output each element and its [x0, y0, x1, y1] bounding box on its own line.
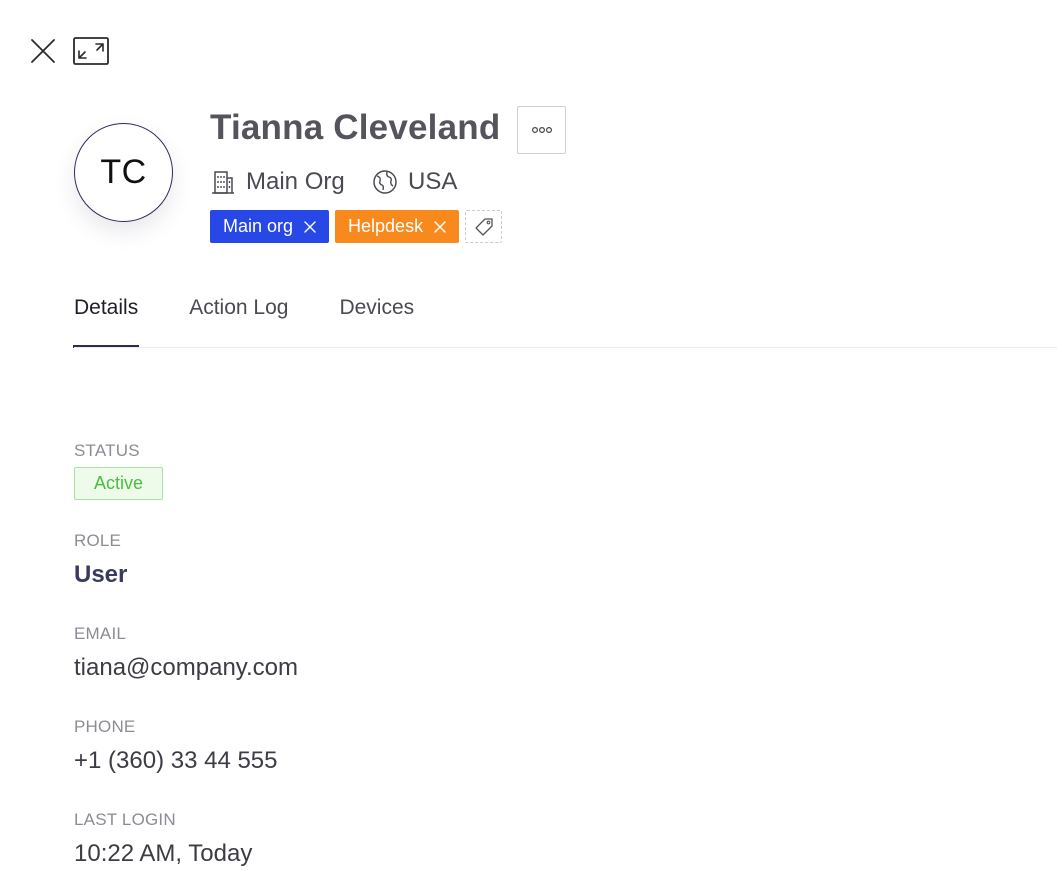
close-icon	[31, 39, 55, 63]
tag-label: Main org	[223, 216, 294, 236]
role-value: User	[74, 561, 128, 588]
remove-tag-icon[interactable]	[303, 220, 317, 234]
avatar: TC	[74, 123, 173, 222]
tab-divider	[74, 347, 1057, 348]
expand-button[interactable]	[72, 36, 110, 66]
remove-tag-icon[interactable]	[433, 220, 447, 234]
expand-icon	[73, 37, 109, 65]
tag-helpdesk: Helpdesk	[335, 210, 460, 243]
email-value: tiana@company.com	[74, 654, 299, 681]
country-name: USA	[408, 168, 458, 195]
tag-label: Helpdesk	[348, 216, 424, 236]
user-name: Tianna Cleveland	[210, 108, 501, 147]
more-horizontal-icon	[531, 126, 552, 134]
last-login-value: 10:22 AM, Today	[74, 840, 253, 867]
country-info: USA	[372, 166, 457, 198]
tab-devices[interactable]: Devices	[339, 296, 414, 348]
tag-list: Main org Helpdesk	[210, 210, 503, 243]
organization-info: Main Org	[210, 166, 345, 198]
tag-icon	[474, 217, 493, 236]
phone-value: +1 (360) 33 44 555	[74, 747, 278, 774]
add-tag-button[interactable]	[465, 210, 503, 243]
globe-icon	[373, 170, 397, 194]
tab-details[interactable]: Details	[72, 296, 140, 348]
more-options-button[interactable]	[517, 106, 566, 154]
organization-name: Main Org	[246, 168, 345, 195]
building-icon	[212, 171, 234, 194]
tag-main-org: Main org	[210, 210, 330, 243]
close-button[interactable]	[28, 36, 58, 66]
last-login-label: LAST LOGIN	[74, 810, 176, 829]
avatar-initials: TC	[100, 153, 147, 191]
status-badge: Active	[74, 467, 163, 500]
tab-action-log[interactable]: Action Log	[189, 296, 288, 348]
user-detail-panel: TC Tianna Cleveland Main Org USA Main or…	[0, 0, 1057, 871]
phone-label: PHONE	[74, 717, 136, 736]
tab-bar: Details Action Log Devices	[72, 296, 414, 348]
status-label: STATUS	[74, 441, 140, 460]
role-label: ROLE	[74, 531, 122, 550]
email-label: EMAIL	[74, 624, 127, 643]
